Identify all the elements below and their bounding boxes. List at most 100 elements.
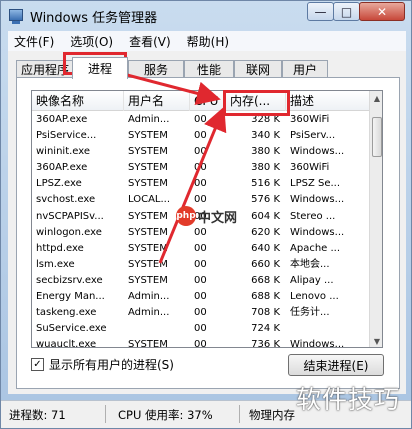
cell-cpu: 00 — [194, 178, 207, 190]
status-divider — [105, 405, 106, 423]
cell-image-name: wininit.exe — [36, 146, 91, 158]
cell-user-name: SYSTEM — [128, 146, 168, 158]
cell-memory: 380 K — [251, 162, 280, 174]
tab-users[interactable]: 用户 — [282, 60, 328, 78]
cell-description: PsiServ... — [290, 130, 336, 142]
cell-user-name: SYSTEM — [128, 178, 168, 190]
col-image-name[interactable]: 映像名称 — [32, 91, 124, 111]
task-manager-icon — [9, 9, 23, 24]
show-all-label[interactable]: 显示所有用户的进程(S) — [49, 356, 174, 373]
status-physical-memory: 物理内存 — [249, 408, 295, 422]
maximize-button[interactable]: □ — [333, 2, 360, 21]
process-row[interactable]: winlogon.exe SYSTEM 00 620 K Windows... — [32, 225, 369, 241]
cell-image-name: secbizsrv.exe — [36, 274, 103, 286]
cell-image-name: LPSZ.exe — [36, 178, 82, 190]
cell-image-name: nvSCPAPISv... — [36, 210, 104, 222]
col-user-name[interactable]: 用户名 — [124, 91, 190, 111]
cell-memory: 340 K — [251, 130, 280, 142]
cell-cpu: 00 — [194, 226, 207, 238]
cell-description: 360WiFi — [290, 162, 330, 174]
cell-image-name: lsm.exe — [36, 258, 75, 270]
cell-memory: 736 K — [251, 339, 280, 348]
cell-image-name: svchost.exe — [36, 194, 96, 206]
watermark-site-text: 中文网 — [198, 210, 238, 226]
cell-user-name: SYSTEM — [128, 274, 168, 286]
window-title: Windows 任务管理器 — [30, 11, 158, 26]
cell-cpu: 00 — [194, 258, 207, 270]
cell-image-name: wuauclt.exe — [36, 339, 97, 348]
col-cpu[interactable]: CPU — [190, 91, 226, 111]
col-description[interactable]: 描述 — [286, 91, 370, 111]
cell-user-name — [124, 321, 190, 337]
cell-user-name: SYSTEM — [128, 130, 168, 142]
scroll-down-icon[interactable]: ▼ — [370, 334, 382, 347]
cell-description: Lenovo ... — [290, 291, 339, 303]
process-row[interactable]: lsm.exe SYSTEM 00 660 K 本地会... — [32, 257, 369, 273]
scroll-thumb[interactable] — [372, 117, 382, 157]
cell-user-name: SYSTEM — [128, 242, 168, 254]
cell-description: 本地会... — [290, 258, 330, 270]
cell-memory: 724 K — [251, 323, 280, 335]
process-row[interactable]: taskeng.exe Admin... 00 708 K 任务计... — [32, 305, 369, 321]
scroll-up-icon[interactable]: ▲ — [370, 91, 382, 106]
tab-services[interactable]: 服务 — [128, 60, 184, 78]
process-row[interactable]: httpd.exe SYSTEM 00 640 K Apache ... — [32, 241, 369, 257]
menu-help[interactable]: 帮助(H) — [181, 33, 235, 50]
process-row[interactable]: 360AP.exe Admin... 00 328 K 360WiFi — [32, 112, 369, 128]
process-row[interactable]: Energy Man... Admin... 00 688 K Lenovo ... — [32, 289, 369, 305]
cell-description: Windows... — [290, 146, 345, 158]
watermark-corner-text: 软件技巧 — [296, 385, 401, 414]
process-rows: 360AP.exe Admin... 00 328 K 360WiFi PsiServic… — [32, 112, 369, 348]
cell-memory: 380 K — [251, 146, 280, 158]
show-all-processes[interactable]: ✓ 显示所有用户的进程(S) — [31, 356, 174, 372]
vertical-scrollbar[interactable]: ▲ ▼ — [369, 91, 382, 347]
cell-memory: 516 K — [251, 178, 280, 190]
highlight-memory-column — [223, 90, 290, 116]
cell-cpu: 00 — [194, 274, 207, 286]
menu-options[interactable]: 选项(O) — [64, 33, 119, 50]
cell-cpu: 00 — [194, 162, 207, 174]
process-row[interactable]: wininit.exe SYSTEM 00 380 K Windows... — [32, 144, 369, 160]
cell-user-name: Admin... — [128, 291, 170, 303]
cell-image-name: httpd.exe — [36, 242, 84, 254]
cell-cpu: 00 — [194, 291, 207, 303]
process-row[interactable]: SuService.exe 00 724 K — [32, 321, 369, 337]
cell-memory: 688 K — [251, 291, 280, 303]
status-cpu-usage: CPU 使用率: 37% — [118, 408, 213, 422]
tab-networking[interactable]: 联网 — [234, 60, 282, 78]
close-button[interactable]: ✕ — [359, 2, 405, 21]
cell-image-name: winlogon.exe — [36, 226, 102, 238]
cell-description: Windows... — [290, 339, 345, 348]
status-process-count: 进程数: 71 — [9, 408, 66, 422]
tab-strip: 应用程序 进程 服务 性能 联网 用户 — [16, 57, 396, 79]
cell-image-name: Energy Man... — [36, 291, 105, 303]
tab-processes[interactable]: 进程 — [72, 57, 128, 79]
process-row[interactable]: LPSZ.exe SYSTEM 00 516 K LPSZ Se... — [32, 176, 369, 192]
minimize-button[interactable]: — — [307, 2, 334, 21]
cell-cpu: 00 — [194, 242, 207, 254]
menu-file[interactable]: 文件(F) — [8, 33, 60, 50]
cell-description — [286, 321, 370, 337]
cell-memory: 620 K — [251, 226, 280, 238]
cell-image-name: SuService.exe — [36, 323, 107, 335]
show-all-checkbox[interactable]: ✓ — [31, 357, 44, 371]
process-row[interactable]: PsiService... SYSTEM 00 340 K PsiServ... — [32, 128, 369, 144]
cell-image-name: 360AP.exe — [36, 162, 88, 174]
cell-memory: 640 K — [251, 242, 280, 254]
cell-image-name: PsiService... — [36, 130, 97, 142]
cell-memory: 668 K — [251, 274, 280, 286]
cell-description: Windows... — [290, 226, 345, 238]
process-row[interactable]: 360AP.exe SYSTEM 00 380 K 360WiFi — [32, 160, 369, 176]
menu-view[interactable]: 查看(V) — [123, 33, 177, 50]
cell-image-name: taskeng.exe — [36, 307, 97, 319]
cell-cpu: 00 — [194, 146, 207, 158]
cell-description: Stereo ... — [290, 210, 336, 222]
cell-description: 任务计... — [290, 307, 330, 319]
tab-performance[interactable]: 性能 — [184, 60, 234, 78]
process-row[interactable]: secbizsrv.exe SYSTEM 00 668 K Alipay ... — [32, 273, 369, 289]
cell-cpu: 00 — [194, 339, 207, 348]
end-process-button[interactable]: 结束进程(E) — [288, 354, 384, 376]
watermark-logo: php 中文网 — [176, 206, 237, 226]
title-bar[interactable]: Windows 任务管理器 — □ ✕ — [1, 1, 411, 31]
process-row[interactable]: wuauclt.exe SYSTEM 00 736 K Windows... — [32, 337, 369, 348]
